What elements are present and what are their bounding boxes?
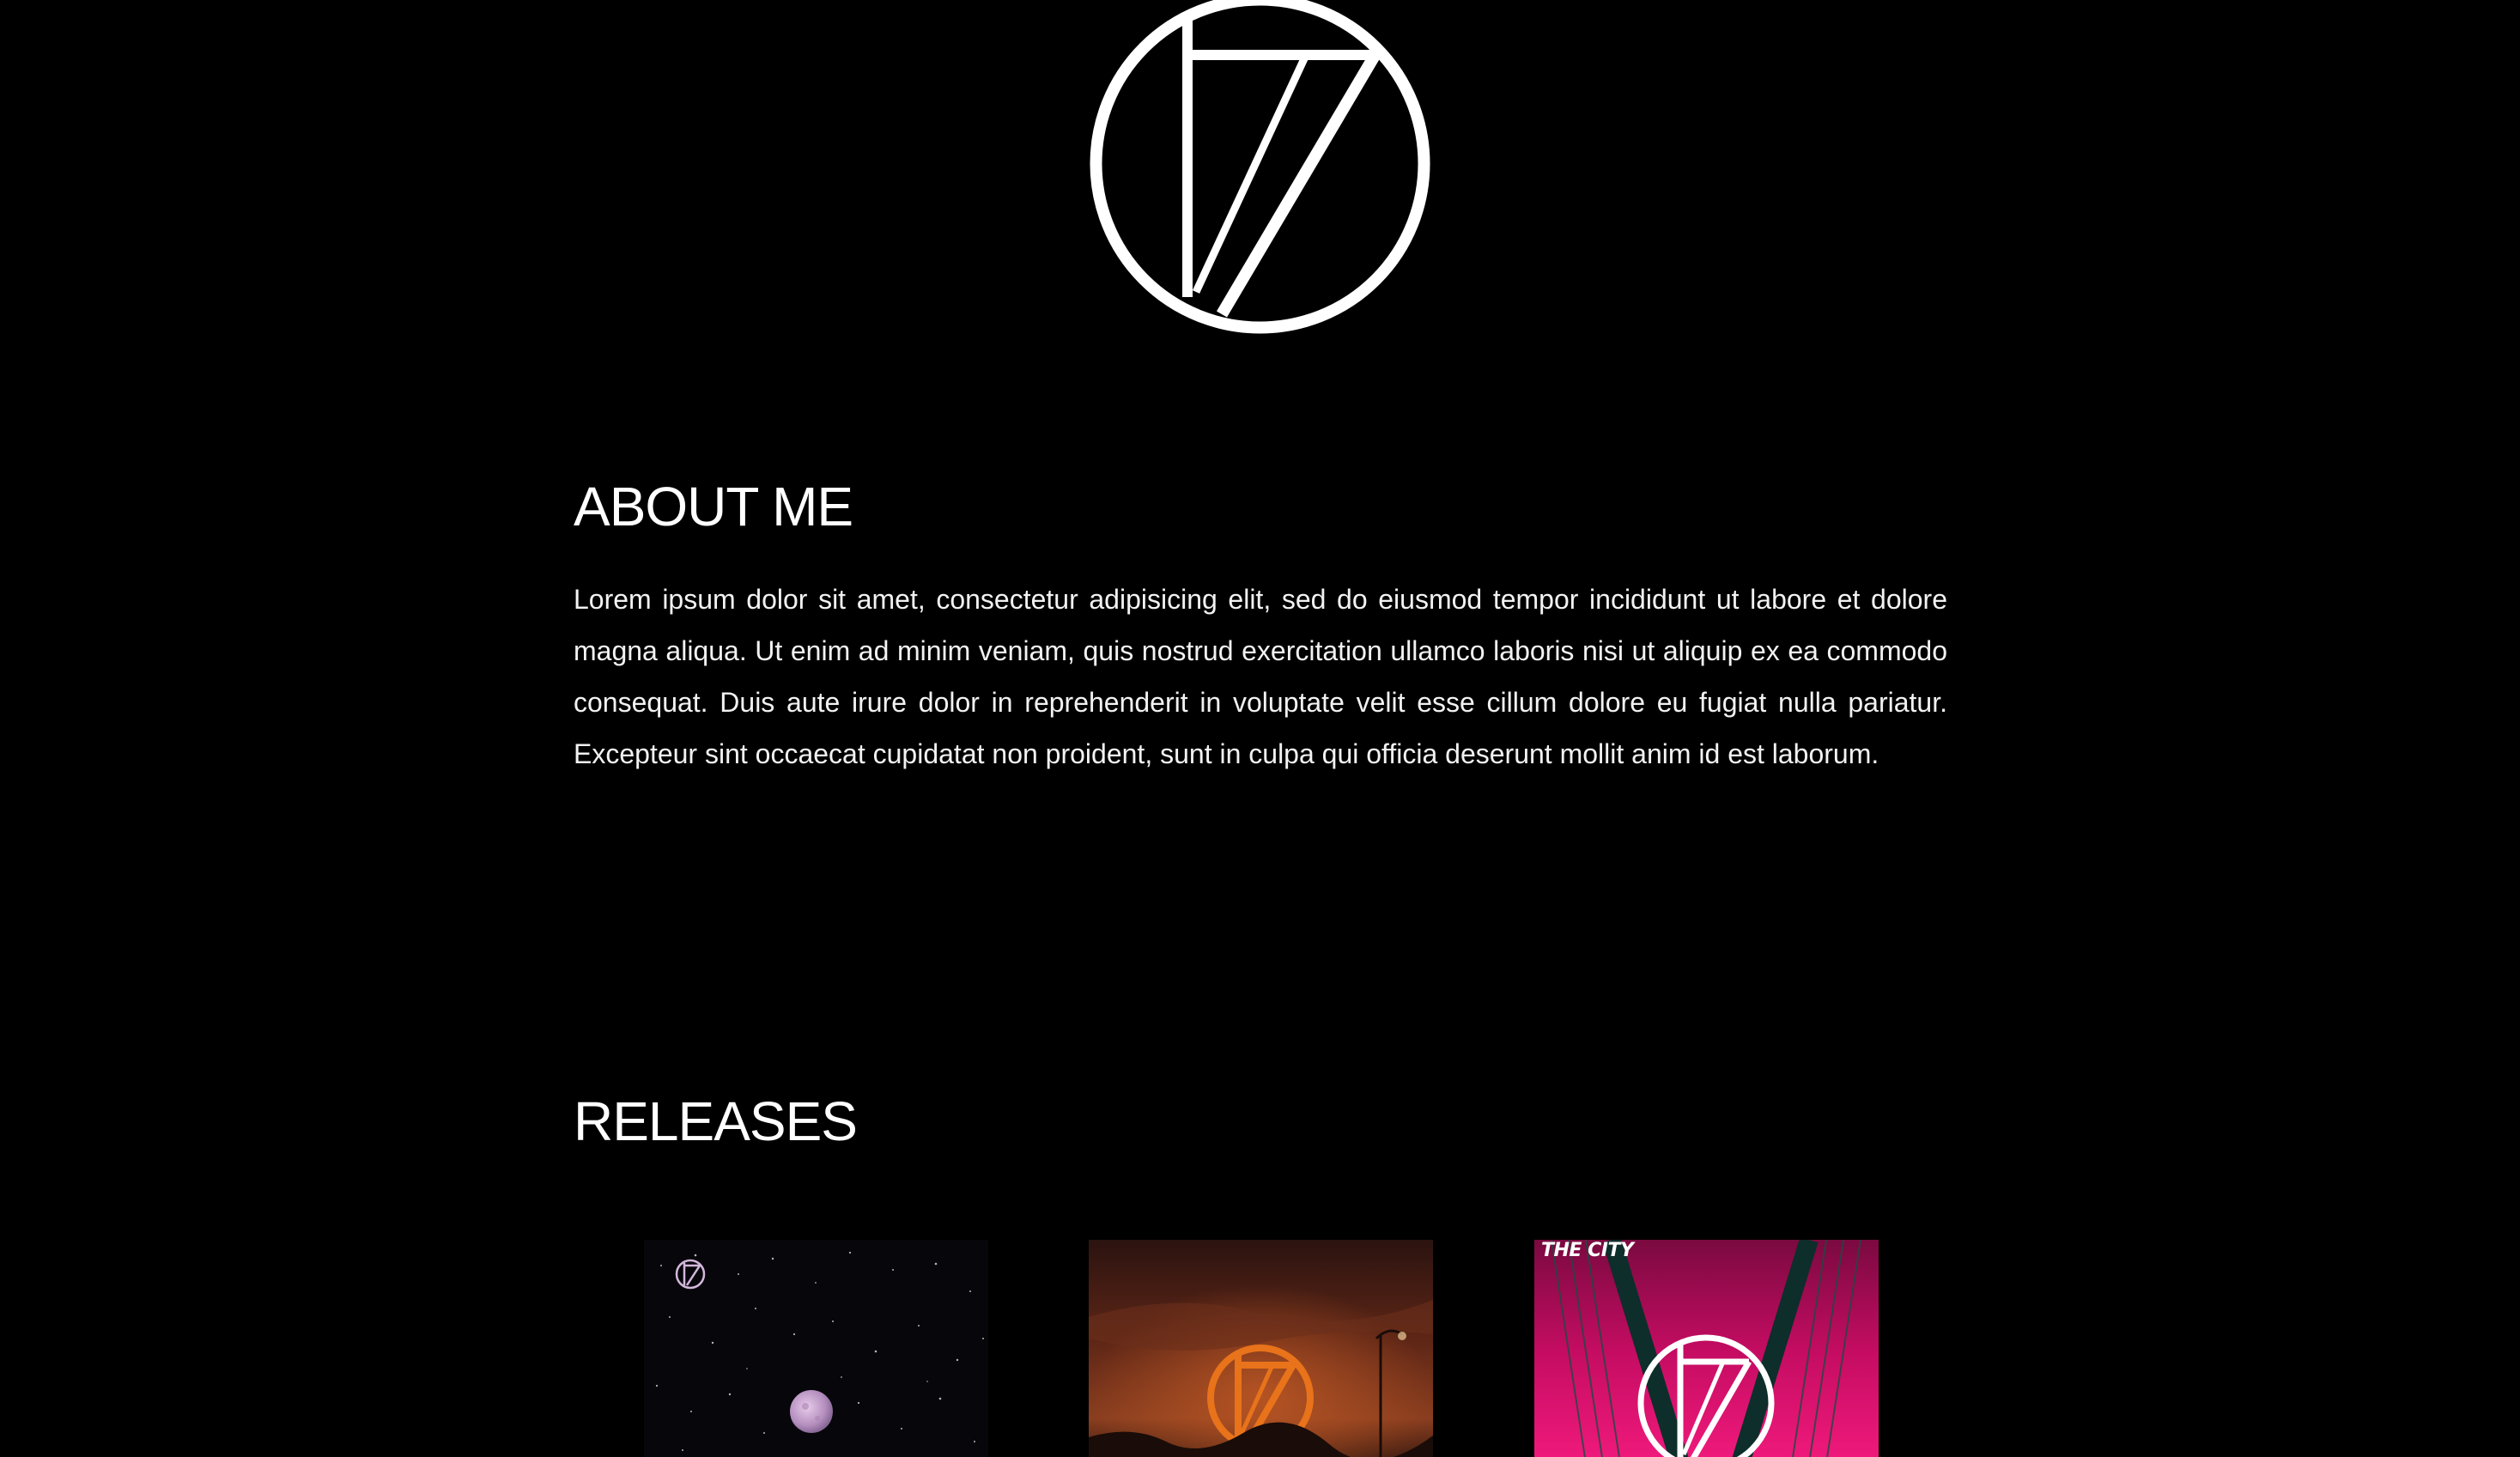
about-text: Lorem ipsum dolor sit amet, consectetur … bbox=[574, 584, 1947, 769]
pink-bridge-cover-art bbox=[1534, 1240, 1879, 1457]
releases-section: RELEASES THE CITY bbox=[574, 1085, 1947, 1457]
release-cover-title: THE CITY bbox=[1541, 1240, 1634, 1261]
release-cover-3[interactable]: THE CITY bbox=[1534, 1240, 1879, 1457]
sunset-cover-art bbox=[1089, 1240, 1433, 1457]
about-section: ABOUT ME Lorem ipsum dolor sit amet, con… bbox=[574, 470, 1947, 780]
release-cover-1[interactable] bbox=[644, 1240, 988, 1457]
space-moon-cover-art bbox=[644, 1240, 988, 1457]
about-title: ABOUT ME bbox=[574, 476, 853, 537]
release-cover-2[interactable] bbox=[1089, 1240, 1433, 1457]
circle-seventeen-logo-icon[interactable] bbox=[1086, 0, 1434, 337]
page: ABOUT ME Lorem ipsum dolor sit amet, con… bbox=[0, 0, 2520, 1457]
release-grid: THE CITY bbox=[574, 1240, 1947, 1457]
releases-title: RELEASES bbox=[574, 1090, 858, 1152]
